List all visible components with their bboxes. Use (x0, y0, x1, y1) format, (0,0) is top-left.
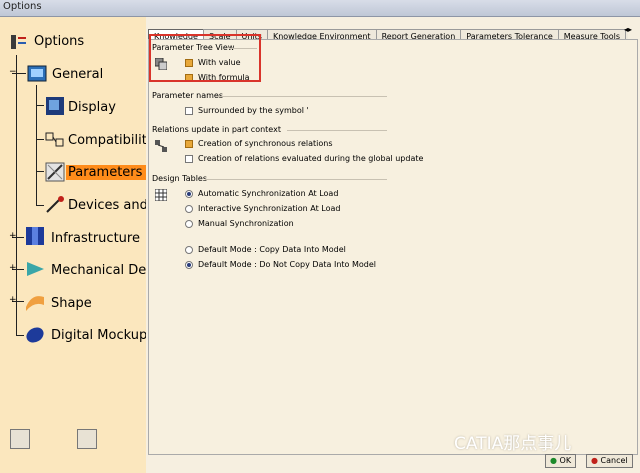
options-icon (8, 31, 30, 53)
tree-line (36, 85, 37, 205)
interactive-sync-radio[interactable] (185, 204, 193, 213)
copy-data-option[interactable]: Default Mode : Copy Data Into Model (185, 245, 346, 254)
cancel-x-icon: ● (591, 456, 598, 465)
interactive-sync-option[interactable]: Interactive Synchronization At Load (185, 204, 340, 213)
design-table-icon (154, 186, 168, 202)
tree-line (16, 55, 17, 335)
infrastructure-icon (24, 225, 46, 247)
selected-label: Parameters a (66, 165, 146, 180)
knowledge-tab-panel: Parameter Tree View With value With form… (148, 34, 638, 455)
mechanical-icon (24, 258, 46, 280)
expander-icon[interactable]: + (9, 296, 17, 305)
no-copy-data-radio[interactable] (185, 260, 193, 269)
no-copy-data-label: Default Mode : Do Not Copy Data Into Mod… (198, 260, 377, 269)
group-title-names: Parameter names (152, 91, 224, 100)
tree-item-devices[interactable]: Devices and V (68, 198, 146, 213)
group-divider (217, 96, 387, 97)
tab-parameters-tolerance[interactable]: Parameters Tolerance (460, 29, 559, 39)
auto-sync-label: Automatic Synchronization At Load (198, 189, 339, 198)
manual-sync-label: Manual Synchronization (198, 219, 294, 228)
surrounded-checkbox[interactable] (185, 106, 193, 115)
title-bar: Options (0, 0, 640, 17)
auto-sync-option[interactable]: Automatic Synchronization At Load (185, 189, 338, 198)
tree-branch (36, 205, 44, 206)
parameters-icon (44, 161, 66, 183)
tab-measure-tools[interactable]: Measure Tools (557, 29, 627, 39)
options-tree: Options − General Display Compatibility … (0, 17, 146, 473)
shape-icon (24, 291, 46, 313)
tree-item-parameters[interactable]: Parameters a (66, 165, 146, 180)
cancel-button[interactable]: ● Cancel (586, 454, 633, 468)
manual-sync-radio[interactable] (185, 219, 193, 228)
devices-icon (44, 194, 66, 216)
auto-sync-radio[interactable] (185, 189, 193, 198)
highlight-box (149, 34, 261, 82)
tree-item-options[interactable]: Options (34, 34, 84, 49)
compatibility-icon (44, 129, 66, 151)
tree-branch (16, 335, 24, 336)
tree-item-mechanical[interactable]: Mechanical Desi (51, 263, 146, 278)
copy-data-radio[interactable] (185, 245, 193, 254)
sync-relations-checkbox[interactable] (185, 139, 193, 148)
ok-label: OK (559, 456, 572, 465)
cancel-label: Cancel (600, 456, 628, 465)
global-update-label: Creation of relations evaluated during t… (198, 154, 424, 163)
watermark: CATIA那点事儿 (454, 434, 572, 454)
tree-item-digital-mockup[interactable]: Digital Mockup (51, 328, 146, 343)
digital-mockup-icon (24, 323, 46, 345)
tree-item-compatibility[interactable]: Compatibility (68, 133, 146, 148)
ok-button[interactable]: ● OK (545, 454, 577, 468)
relations-icon (155, 137, 167, 152)
sync-relations-label: Creation of synchronous relations (198, 139, 333, 148)
tree-item-general[interactable]: General (52, 67, 103, 82)
tree-branch (36, 139, 44, 140)
expander-icon[interactable]: + (9, 264, 17, 273)
options-panel: Knowledge Scale Units Knowledge Environment… (146, 17, 640, 473)
reset-icon[interactable] (10, 429, 30, 449)
export-icon[interactable] (77, 429, 97, 449)
general-icon (26, 63, 48, 85)
no-copy-data-option[interactable]: Default Mode : Do Not Copy Data Into Mod… (185, 260, 376, 269)
ok-check-icon: ● (550, 456, 557, 465)
tree-item-infrastructure[interactable]: Infrastructure (51, 231, 140, 246)
group-title-relations: Relations update in part context (152, 125, 281, 134)
surrounded-option[interactable]: Surrounded by the symbol ' (185, 106, 309, 115)
expander-icon[interactable]: + (9, 232, 17, 241)
tree-item-display[interactable]: Display (68, 100, 116, 115)
group-divider (287, 130, 387, 131)
group-divider (205, 179, 387, 180)
surrounded-label: Surrounded by the symbol ' (198, 106, 309, 115)
sync-relations-option[interactable]: Creation of synchronous relations (185, 139, 333, 148)
tree-branch (36, 171, 44, 172)
copy-data-label: Default Mode : Copy Data Into Model (198, 245, 346, 254)
tab-report-generation[interactable]: Report Generation (375, 29, 462, 39)
tab-scroll-arrows[interactable]: ◂▸ (624, 25, 632, 34)
display-icon (44, 95, 66, 117)
tree-branch (36, 105, 44, 106)
group-title-design: Design Tables (152, 174, 208, 183)
global-update-checkbox[interactable] (185, 154, 193, 163)
tab-knowledge-environment[interactable]: Knowledge Environment (266, 29, 377, 39)
window-title: Options (3, 1, 42, 12)
expander-icon[interactable]: − (9, 68, 17, 77)
tree-item-shape[interactable]: Shape (51, 296, 92, 311)
interactive-sync-label: Interactive Synchronization At Load (198, 204, 341, 213)
manual-sync-option[interactable]: Manual Synchronization (185, 219, 294, 228)
global-update-option[interactable]: Creation of relations evaluated during t… (185, 154, 423, 163)
